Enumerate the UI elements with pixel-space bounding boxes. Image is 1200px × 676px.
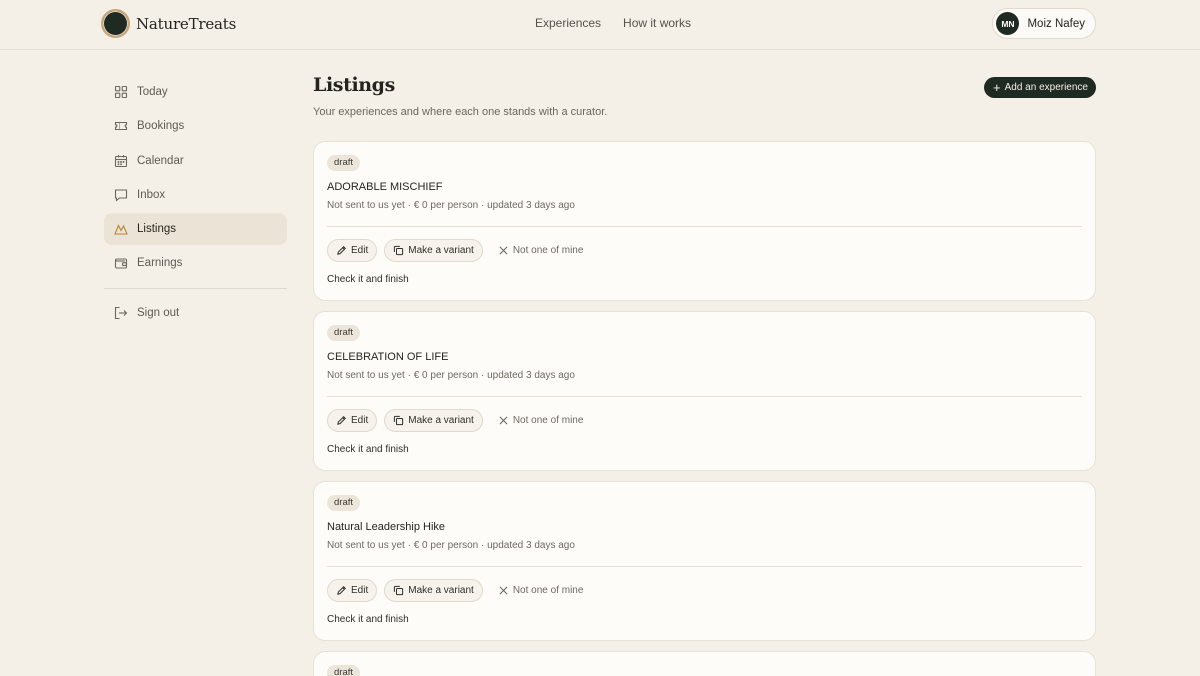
copy-icon — [394, 245, 404, 256]
page-subtitle: Your experiences and where each one stan… — [313, 106, 608, 118]
listing-title: Natural Leadership Hike — [327, 521, 446, 533]
sidebar-item-earnings[interactable]: Earnings — [104, 247, 287, 279]
make-variant-button[interactable]: Make a variant — [384, 239, 483, 262]
listing-card: draft ADORABLE MISCHIEF Not sent to us y… — [313, 141, 1096, 301]
listing-meta: Not sent to us yet · € 0 per person · up… — [327, 200, 575, 211]
check-and-finish-link[interactable]: Check it and finish — [327, 444, 409, 455]
status-badge: draft — [327, 155, 361, 171]
grid-icon — [114, 85, 128, 99]
message-icon — [114, 188, 128, 202]
listing-title: ADORABLE MISCHIEF — [327, 181, 443, 193]
check-and-finish-link[interactable]: Check it and finish — [327, 614, 409, 625]
listing-meta: Not sent to us yet · € 0 per person · up… — [327, 540, 575, 551]
not-mine-label: Not one of mine — [512, 585, 584, 596]
brand-name: NatureTreats — [136, 14, 237, 33]
copy-icon — [394, 585, 404, 596]
sidebar-item-label: Listings — [137, 223, 176, 236]
avatar: MN — [996, 12, 1020, 35]
brand[interactable]: NatureTreats — [101, 9, 236, 38]
copy-icon — [394, 415, 404, 426]
edit-button[interactable]: Edit — [327, 409, 378, 432]
close-icon — [499, 246, 508, 255]
card-divider — [327, 396, 1082, 397]
edit-label: Edit — [351, 245, 369, 256]
close-icon — [499, 586, 508, 595]
status-badge: draft — [327, 665, 361, 676]
make-variant-label: Make a variant — [408, 415, 474, 426]
card-divider — [327, 566, 1082, 567]
nav-experiences[interactable]: Experiences — [535, 16, 601, 30]
not-mine-button[interactable]: Not one of mine — [499, 585, 584, 596]
sidebar-item-label: Calendar — [137, 154, 184, 167]
sidebar-item-listings[interactable]: Listings — [104, 213, 287, 246]
sidebar-item-label: Today — [137, 86, 168, 98]
close-icon — [499, 416, 508, 425]
sidebar-divider — [104, 288, 287, 290]
make-variant-label: Make a variant — [408, 585, 474, 596]
make-variant-label: Make a variant — [408, 245, 474, 256]
listing-card: draft Natural Leadership Hike Not sent t… — [313, 481, 1096, 641]
ticket-icon — [114, 119, 128, 133]
pencil-icon — [337, 586, 346, 595]
sidebar-item-label: Inbox — [137, 188, 166, 201]
sidebar-item-inbox[interactable]: Inbox — [104, 179, 287, 211]
card-divider — [327, 226, 1082, 227]
sidebar-item-label: Earnings — [137, 257, 183, 270]
edit-label: Edit — [351, 415, 369, 426]
sidebar-item-label: Bookings — [137, 120, 185, 133]
sidebar-item-bookings[interactable]: Bookings — [104, 110, 287, 142]
nav-how-it-works[interactable]: How it works — [623, 16, 691, 30]
wallet-icon — [114, 256, 128, 270]
make-variant-button[interactable]: Make a variant — [384, 579, 483, 602]
plus-icon: + — [993, 80, 1001, 95]
sidebar-item-today[interactable]: Today — [104, 76, 287, 108]
not-mine-button[interactable]: Not one of mine — [499, 245, 584, 256]
user-name: Moiz Nafey — [1027, 17, 1085, 30]
listing-actions: Edit Make a variant Not one of mine — [327, 409, 583, 432]
listing-title: CELEBRATION OF LIFE — [327, 351, 449, 363]
pencil-icon — [337, 416, 346, 425]
edit-label: Edit — [351, 585, 369, 596]
edit-button[interactable]: Edit — [327, 579, 378, 602]
add-experience-button[interactable]: + Add an experience — [984, 77, 1096, 98]
not-mine-label: Not one of mine — [512, 245, 584, 256]
top-bar: NatureTreats Experiences How it works MN… — [0, 0, 1200, 50]
mountain-icon — [114, 222, 128, 236]
sidebar-item-sign-out[interactable]: Sign out — [104, 297, 287, 329]
sidebar-item-label: Sign out — [137, 307, 180, 320]
add-experience-label: Add an experience — [1004, 82, 1088, 93]
listing-meta: Not sent to us yet · € 0 per person · up… — [327, 370, 575, 381]
pencil-icon — [337, 246, 346, 255]
main-header: Listings Your experiences and where each… — [313, 74, 1096, 118]
listing-card: draft — [313, 651, 1096, 676]
sidebar: Today Bookings Calendar Inbox Listings E… — [104, 76, 287, 332]
edit-button[interactable]: Edit — [327, 239, 378, 262]
make-variant-button[interactable]: Make a variant — [384, 409, 483, 432]
status-badge: draft — [327, 495, 361, 511]
sign-out-icon — [114, 306, 128, 320]
user-menu[interactable]: MN Moiz Nafey — [992, 8, 1096, 39]
listing-actions: Edit Make a variant Not one of mine — [327, 579, 583, 602]
listing-actions: Edit Make a variant Not one of mine — [327, 239, 583, 262]
not-mine-button[interactable]: Not one of mine — [499, 415, 584, 426]
brand-logo — [101, 9, 130, 38]
sidebar-item-calendar[interactable]: Calendar — [104, 145, 287, 177]
status-badge: draft — [327, 325, 361, 341]
calendar-icon — [114, 154, 128, 168]
listing-card: draft CELEBRATION OF LIFE Not sent to us… — [313, 311, 1096, 471]
not-mine-label: Not one of mine — [512, 415, 584, 426]
page-title: Listings — [313, 74, 395, 96]
check-and-finish-link[interactable]: Check it and finish — [327, 274, 409, 285]
top-nav: Experiences How it works — [535, 16, 691, 30]
